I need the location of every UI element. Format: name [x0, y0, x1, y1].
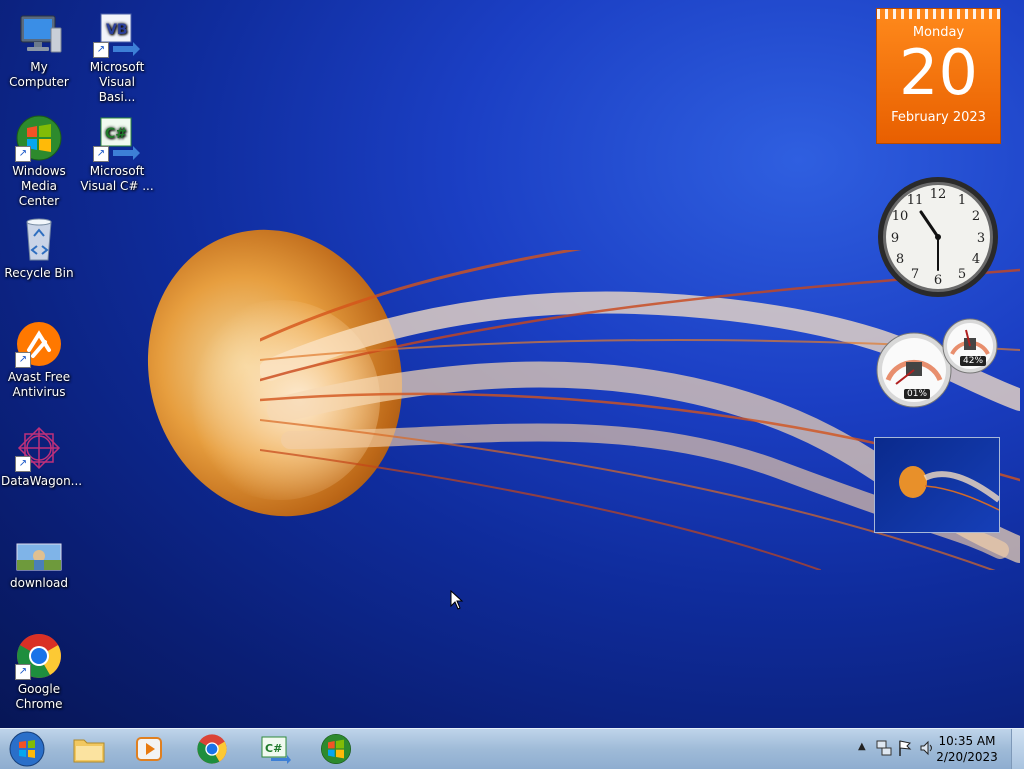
icon-label: Google [17, 682, 61, 696]
icon-label: download [9, 576, 69, 590]
avast-icon: ↗ [15, 320, 63, 368]
datawagon-icon: ↗ [15, 424, 63, 472]
taskbar-date: 2/20/2023 [936, 750, 998, 764]
svg-text:C#: C# [105, 126, 127, 142]
taskbar-visual-csharp-button[interactable]: C# [246, 731, 304, 767]
memory-usage-readout: 42% [960, 356, 987, 366]
show-hidden-icons-chevron-icon[interactable]: ▲ [858, 741, 866, 752]
shortcut-arrow-icon: ↗ [93, 146, 109, 162]
desktop-icon-download[interactable]: download [1, 540, 77, 591]
svg-text:12: 12 [930, 187, 947, 202]
icon-label: My Computer [9, 60, 69, 89]
desktop-icon-recycle-bin[interactable]: Recycle Bin [1, 216, 77, 281]
shortcut-arrow-icon: ↗ [15, 664, 31, 680]
calendar-gadget[interactable]: Monday 20 February 2023 [876, 8, 1001, 144]
icon-label: Avast Free [7, 370, 71, 384]
explorer-folder-icon [73, 739, 105, 763]
shortcut-arrow-icon: ↗ [15, 146, 31, 162]
calendar-month-year: February 2023 [891, 110, 986, 125]
svg-text:8: 8 [896, 252, 904, 267]
icon-label: Microsoft [89, 164, 145, 178]
visual-basic-icon: VB ↗ [93, 10, 141, 58]
recycle-bin-icon [15, 216, 63, 264]
svg-text:3: 3 [977, 231, 985, 246]
svg-text:9: 9 [891, 231, 899, 246]
taskbar: C# ▲ 10:35 AM 2/20/2023 [0, 728, 1024, 769]
slideshow-gadget[interactable] [874, 437, 1000, 533]
svg-text:1: 1 [958, 193, 966, 208]
svg-text:5: 5 [958, 267, 966, 282]
network-icon[interactable] [876, 739, 892, 761]
svg-text:C#: C# [265, 742, 282, 755]
taskbar-media-player-button[interactable] [120, 731, 178, 767]
system-tray: ▲ 10:35 AM 2/20/2023 [834, 729, 1024, 769]
desktop-icon-google-chrome[interactable]: ↗ Google Chrome [1, 632, 77, 712]
icon-label: Windows [12, 164, 66, 178]
icon-label: Chrome [15, 697, 63, 711]
visual-csharp-icon: C# [261, 736, 291, 764]
calendar-day: 20 [899, 36, 978, 109]
icon-label: Media Center [18, 179, 60, 208]
desktop-icon-datawagon[interactable]: ↗ DataWagon... [1, 424, 83, 489]
mouse-cursor-icon [450, 589, 464, 614]
desktop-icon-avast[interactable]: ↗ Avast Free Antivirus [1, 320, 77, 400]
calendar-rings [877, 9, 1000, 19]
taskbar-time: 10:35 AM [938, 734, 996, 748]
show-desktop-button[interactable] [1011, 729, 1024, 769]
desktop-icon-visual-csharp[interactable]: C# ↗ Microsoft Visual C# ... [79, 114, 155, 194]
chrome-icon: ↗ [15, 632, 63, 680]
taskbar-clock[interactable]: 10:35 AM 2/20/2023 [932, 733, 1002, 765]
icon-label: Microsoft [89, 60, 145, 74]
start-orb-icon [9, 731, 45, 767]
desktop[interactable]: My Computer VB ↗ Microsoft Visual Basi..… [0, 0, 1024, 728]
svg-text:VB: VB [106, 22, 128, 38]
media-player-icon [136, 737, 162, 761]
cpu-meter-gadget[interactable]: 01% 42% [876, 318, 1000, 410]
svg-text:10: 10 [892, 209, 909, 224]
clock-gadget[interactable]: 12 1 2 345 678 9 10 11 [877, 176, 999, 298]
desktop-icon-windows-media-center[interactable]: ↗ Windows Media Center [1, 114, 77, 209]
svg-text:6: 6 [934, 273, 942, 288]
icon-label: Antivirus [12, 385, 66, 399]
svg-text:4: 4 [972, 252, 980, 267]
icon-label: Visual Basi... [98, 75, 136, 104]
svg-text:11: 11 [907, 193, 924, 208]
svg-text:2: 2 [972, 209, 980, 224]
desktop-icon-visual-basic[interactable]: VB ↗ Microsoft Visual Basi... [79, 10, 155, 105]
cpu-usage-readout: 01% [904, 389, 931, 399]
action-center-flag-icon[interactable] [898, 739, 912, 761]
icon-label: Visual C# ... [80, 179, 154, 193]
windows-media-center-icon: ↗ [15, 114, 63, 162]
taskbar-media-center-button[interactable] [307, 731, 365, 767]
start-button[interactable] [0, 731, 54, 767]
icon-label: DataWagon... [1, 474, 83, 488]
icon-label: Recycle Bin [4, 266, 74, 280]
chrome-icon [197, 734, 227, 764]
taskbar-chrome-button[interactable] [183, 731, 241, 767]
svg-text:7: 7 [911, 267, 919, 282]
shortcut-arrow-icon: ↗ [93, 42, 109, 58]
shortcut-arrow-icon: ↗ [15, 352, 31, 368]
image-file-icon [15, 540, 63, 574]
my-computer-icon [15, 10, 63, 58]
shortcut-arrow-icon: ↗ [15, 456, 31, 472]
desktop-icon-my-computer[interactable]: My Computer [1, 10, 77, 90]
windows-media-center-icon [321, 734, 351, 764]
taskbar-explorer-button[interactable] [60, 731, 118, 767]
visual-csharp-icon: C# ↗ [93, 114, 141, 162]
